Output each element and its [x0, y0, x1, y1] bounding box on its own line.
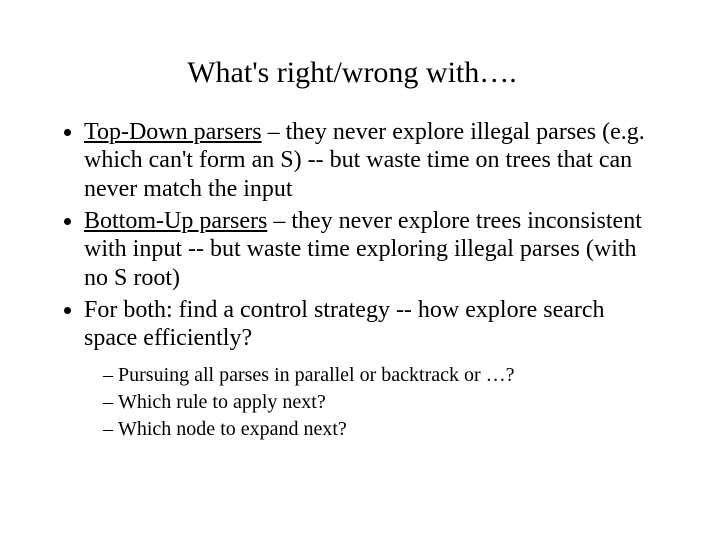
- bullet-item: Top-Down parsers – they never explore il…: [84, 118, 656, 203]
- sub-bullet-item: Which node to expand next?: [118, 417, 656, 442]
- slide-title: What's right/wrong with….: [48, 56, 656, 90]
- bullet-list: Top-Down parsers – they never explore il…: [48, 118, 656, 442]
- sub-bullet-item: Which rule to apply next?: [118, 390, 656, 415]
- bullet-lead: Top-Down parsers: [84, 119, 262, 145]
- sub-bullet-item: Pursuing all parses in parallel or backt…: [118, 363, 656, 388]
- bullet-item: Bottom-Up parsers – they never explore t…: [84, 207, 656, 292]
- bullet-text: For both: find a control strategy -- how…: [84, 297, 605, 351]
- slide: What's right/wrong with…. Top-Down parse…: [0, 0, 720, 540]
- sub-bullet-list: Pursuing all parses in parallel or backt…: [84, 363, 656, 442]
- bullet-item: For both: find a control strategy -- how…: [84, 296, 656, 442]
- bullet-lead: Bottom-Up parsers: [84, 208, 267, 234]
